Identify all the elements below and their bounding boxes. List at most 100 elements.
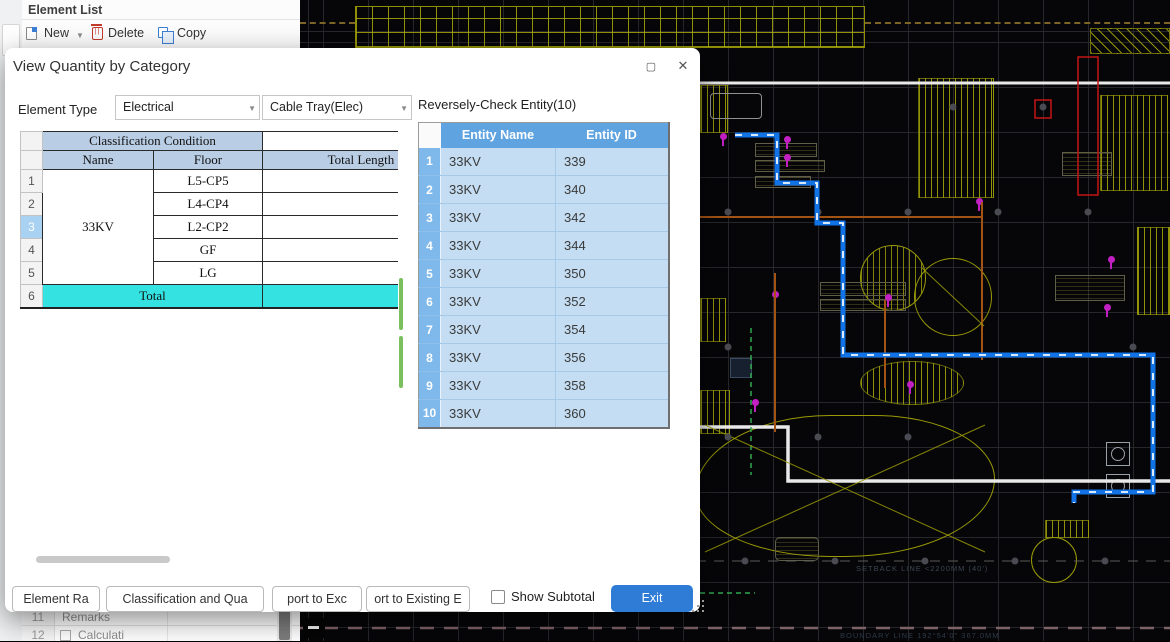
new-button[interactable]: New bbox=[44, 26, 69, 40]
setback-line-text: SETBACK LINE <2200MM (40') bbox=[856, 564, 988, 573]
cad-white-polyline bbox=[700, 427, 1170, 481]
entity-row-number[interactable]: 9 bbox=[419, 372, 441, 400]
boundary-line-text: BOUNDARY LINE 192°54'0" 367.0MM bbox=[840, 631, 1000, 640]
show-subtotal-checkbox[interactable] bbox=[491, 590, 505, 604]
floor-cell[interactable]: LG bbox=[154, 262, 263, 285]
copy-icon bbox=[158, 27, 168, 38]
highlighted-cable-route bbox=[735, 135, 1153, 503]
floor-cell[interactable]: GF bbox=[154, 239, 263, 262]
quantity-cell[interactable] bbox=[263, 193, 399, 216]
entity-id-cell[interactable]: 354 bbox=[556, 316, 669, 344]
resize-grip[interactable] bbox=[692, 600, 706, 614]
panel-title: Element List bbox=[22, 0, 300, 20]
name-cell[interactable]: 33KV bbox=[43, 170, 154, 285]
quantity-cell[interactable] bbox=[263, 262, 399, 285]
maximize-icon[interactable]: ▢ bbox=[641, 58, 661, 76]
close-icon[interactable]: ✕ bbox=[673, 58, 693, 76]
entity-name-cell[interactable]: 33KV bbox=[441, 232, 556, 260]
element-type-dropdown-value: Cable Tray(Elec) bbox=[270, 100, 363, 114]
entity-id-cell[interactable]: 340 bbox=[556, 176, 669, 204]
entity-row[interactable]: 1 33KV 339 bbox=[419, 148, 669, 176]
entity-row[interactable]: 5 33KV 350 bbox=[419, 260, 669, 288]
entity-row[interactable]: 8 33KV 356 bbox=[419, 344, 669, 372]
entity-name-cell[interactable]: 33KV bbox=[441, 176, 556, 204]
entity-name-cell[interactable]: 33KV bbox=[441, 372, 556, 400]
property-row-label: Calculati bbox=[78, 628, 124, 642]
group-header: Classification Condition bbox=[43, 132, 263, 151]
entity-row-number[interactable]: 10 bbox=[419, 400, 441, 428]
entity-id-cell[interactable]: 356 bbox=[556, 344, 669, 372]
element-type-dropdown[interactable]: Cable Tray(Elec) ▼ bbox=[262, 95, 412, 120]
total-row[interactable]: 6 Total bbox=[21, 285, 399, 308]
property-row-calculation[interactable]: 12 Calculati bbox=[22, 626, 300, 641]
entity-row[interactable]: 4 33KV 344 bbox=[419, 232, 669, 260]
entity-id-cell[interactable]: 339 bbox=[556, 148, 669, 176]
classification-quantity-button[interactable]: Classification and Qua bbox=[106, 586, 264, 612]
quantity-cell[interactable] bbox=[263, 216, 399, 239]
dialog-title: View Quantity by Category bbox=[13, 58, 190, 75]
highlighted-cable-route-dashes bbox=[735, 135, 1153, 503]
horizontal-scrollbar-thumb[interactable] bbox=[36, 556, 170, 563]
cad-ucs-box bbox=[303, 618, 325, 638]
export-to-existing-excel-button[interactable]: ort to Existing E bbox=[366, 586, 470, 612]
splitter-handle[interactable] bbox=[399, 278, 403, 330]
view-quantity-dialog: View Quantity by Category ▢ ✕ Element Ty… bbox=[5, 48, 700, 612]
entity-row-number[interactable]: 5 bbox=[419, 260, 441, 288]
entity-id-cell[interactable]: 342 bbox=[556, 204, 669, 232]
chevron-down-icon: ▼ bbox=[400, 104, 408, 113]
entity-row-number[interactable]: 1 bbox=[419, 148, 441, 176]
entity-row-number[interactable]: 8 bbox=[419, 344, 441, 372]
floor-cell[interactable]: L5-CP5 bbox=[154, 170, 263, 193]
entity-row[interactable]: 10 33KV 360 bbox=[419, 400, 669, 428]
table-row[interactable]: 1 33KV L5-CP5 bbox=[21, 170, 399, 193]
entity-row-number[interactable]: 4 bbox=[419, 232, 441, 260]
category-dropdown-value: Electrical bbox=[123, 100, 174, 114]
entity-row-number[interactable]: 6 bbox=[419, 288, 441, 316]
entity-id-cell[interactable]: 350 bbox=[556, 260, 669, 288]
entity-id-cell[interactable]: 352 bbox=[556, 288, 669, 316]
entity-name-cell[interactable]: 33KV bbox=[441, 260, 556, 288]
chevron-down-icon: ▼ bbox=[248, 104, 256, 113]
property-row-number: 12 bbox=[22, 626, 55, 641]
entity-id-header[interactable]: Entity ID bbox=[556, 123, 669, 148]
entity-id-cell[interactable]: 358 bbox=[556, 372, 669, 400]
entity-name-cell[interactable]: 33KV bbox=[441, 204, 556, 232]
quantity-cell[interactable] bbox=[263, 170, 399, 193]
splitter-handle[interactable] bbox=[399, 336, 403, 388]
exit-button[interactable]: Exit bbox=[611, 585, 693, 612]
entity-id-cell[interactable]: 360 bbox=[556, 400, 669, 428]
chevron-down-icon[interactable]: ▼ bbox=[76, 31, 84, 40]
col-header-quantity: Total Length o bbox=[263, 151, 399, 170]
checkbox[interactable] bbox=[60, 630, 71, 641]
entity-row[interactable]: 2 33KV 340 bbox=[419, 176, 669, 204]
total-quantity-cell[interactable] bbox=[263, 285, 399, 308]
category-dropdown[interactable]: Electrical ▼ bbox=[115, 95, 260, 120]
entity-row-number[interactable]: 2 bbox=[419, 176, 441, 204]
classification-table: Classification Condition Name Floor Tota… bbox=[20, 131, 398, 309]
floor-cell[interactable]: L2-CP2 bbox=[154, 216, 263, 239]
entity-name-cell[interactable]: 33KV bbox=[441, 316, 556, 344]
total-label-cell[interactable]: Total bbox=[43, 285, 263, 308]
entity-row-number[interactable]: 3 bbox=[419, 204, 441, 232]
entity-row[interactable]: 7 33KV 354 bbox=[419, 316, 669, 344]
property-row-label: Remarks bbox=[62, 610, 110, 624]
entity-row[interactable]: 6 33KV 352 bbox=[419, 288, 669, 316]
entity-name-cell[interactable]: 33KV bbox=[441, 400, 556, 428]
cad-white-dash bbox=[308, 626, 319, 629]
export-to-excel-button[interactable]: port to Exc bbox=[272, 586, 362, 612]
entity-row-number[interactable]: 7 bbox=[419, 316, 441, 344]
element-range-button[interactable]: Element Ra bbox=[12, 586, 100, 612]
entity-name-cell[interactable]: 33KV bbox=[441, 148, 556, 176]
entity-row[interactable]: 9 33KV 358 bbox=[419, 372, 669, 400]
entity-id-cell[interactable]: 344 bbox=[556, 232, 669, 260]
entity-name-cell[interactable]: 33KV bbox=[441, 344, 556, 372]
entity-name-header[interactable]: Entity Name bbox=[441, 123, 556, 148]
entity-name-cell[interactable]: 33KV bbox=[441, 288, 556, 316]
copy-button[interactable]: Copy bbox=[177, 26, 206, 40]
reverse-check-label: Reversely-Check Entity(10) bbox=[418, 97, 576, 112]
floor-cell[interactable]: L4-CP4 bbox=[154, 193, 263, 216]
entity-row[interactable]: 3 33KV 342 bbox=[419, 204, 669, 232]
quantity-cell[interactable] bbox=[263, 239, 399, 262]
col-header-name: Name bbox=[43, 151, 154, 170]
delete-button[interactable]: Delete bbox=[108, 26, 144, 40]
